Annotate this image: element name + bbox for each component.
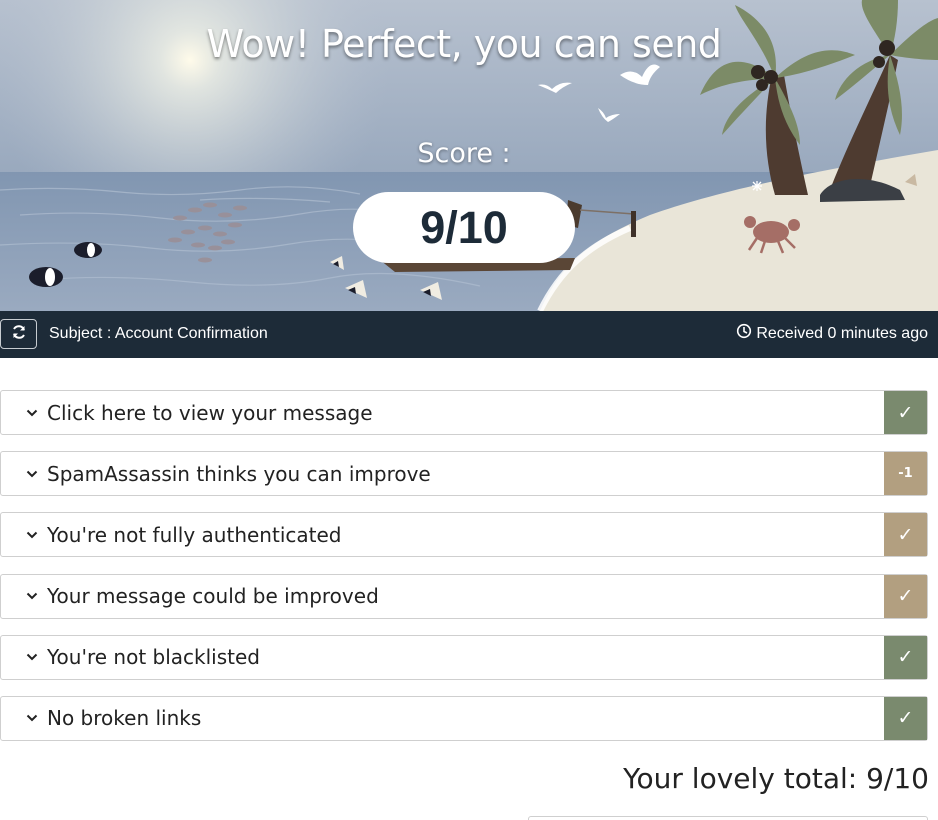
check-list: Click here to view your message ✓ SpamAs… [0, 390, 928, 757]
check-status-badge: ✓ [884, 513, 927, 557]
check-label: SpamAssassin thinks you can improve [47, 461, 431, 486]
next-panel-edge [528, 816, 928, 820]
clock-icon [736, 323, 752, 344]
result-title: Wow! Perfect, you can send [206, 22, 722, 66]
check-label: Your message could be improved [47, 584, 379, 609]
refresh-button[interactable] [0, 319, 37, 349]
chevron-down-icon [1, 592, 47, 600]
check-label: You're not fully authenticated [47, 522, 342, 547]
check-row-view-message[interactable]: Click here to view your message ✓ [0, 390, 928, 435]
check-label: Click here to view your message [47, 400, 373, 425]
check-row-blacklist[interactable]: You're not blacklisted ✓ [0, 634, 928, 680]
total-score: Your lovely total: 9/10 [623, 762, 929, 795]
check-row-message-improvement[interactable]: Your message could be improved ✓ [0, 573, 928, 619]
check-status-badge: ✓ [884, 391, 927, 434]
chevron-down-icon [1, 714, 47, 722]
subject-bar: Subject : Account Confirmation Received … [0, 311, 938, 358]
check-status-badge: ✓ [884, 635, 927, 679]
check-row-authentication[interactable]: You're not fully authenticated ✓ [0, 512, 928, 558]
score-value: 9/10 [353, 192, 575, 263]
score-label: Score : [417, 138, 511, 169]
check-label: No broken links [47, 706, 202, 731]
check-status-badge: ✓ [884, 574, 927, 618]
check-status-badge: -1 [884, 452, 927, 496]
received-time: Received 0 minutes ago [736, 323, 928, 344]
chevron-down-icon [1, 409, 47, 417]
hero-banner: Wow! Perfect, you can send Score : 9/10 [0, 0, 938, 311]
check-row-broken-links[interactable]: No broken links ✓ [0, 695, 928, 741]
check-status-badge: ✓ [884, 696, 927, 740]
chevron-down-icon [1, 470, 47, 478]
received-text: Received 0 minutes ago [756, 324, 928, 342]
email-subject: Subject : Account Confirmation [49, 325, 268, 342]
chevron-down-icon [1, 653, 47, 661]
refresh-icon [11, 324, 27, 345]
check-label: You're not blacklisted [47, 645, 260, 670]
chevron-down-icon [1, 531, 47, 539]
check-row-spamassassin[interactable]: SpamAssassin thinks you can improve -1 [0, 451, 928, 497]
